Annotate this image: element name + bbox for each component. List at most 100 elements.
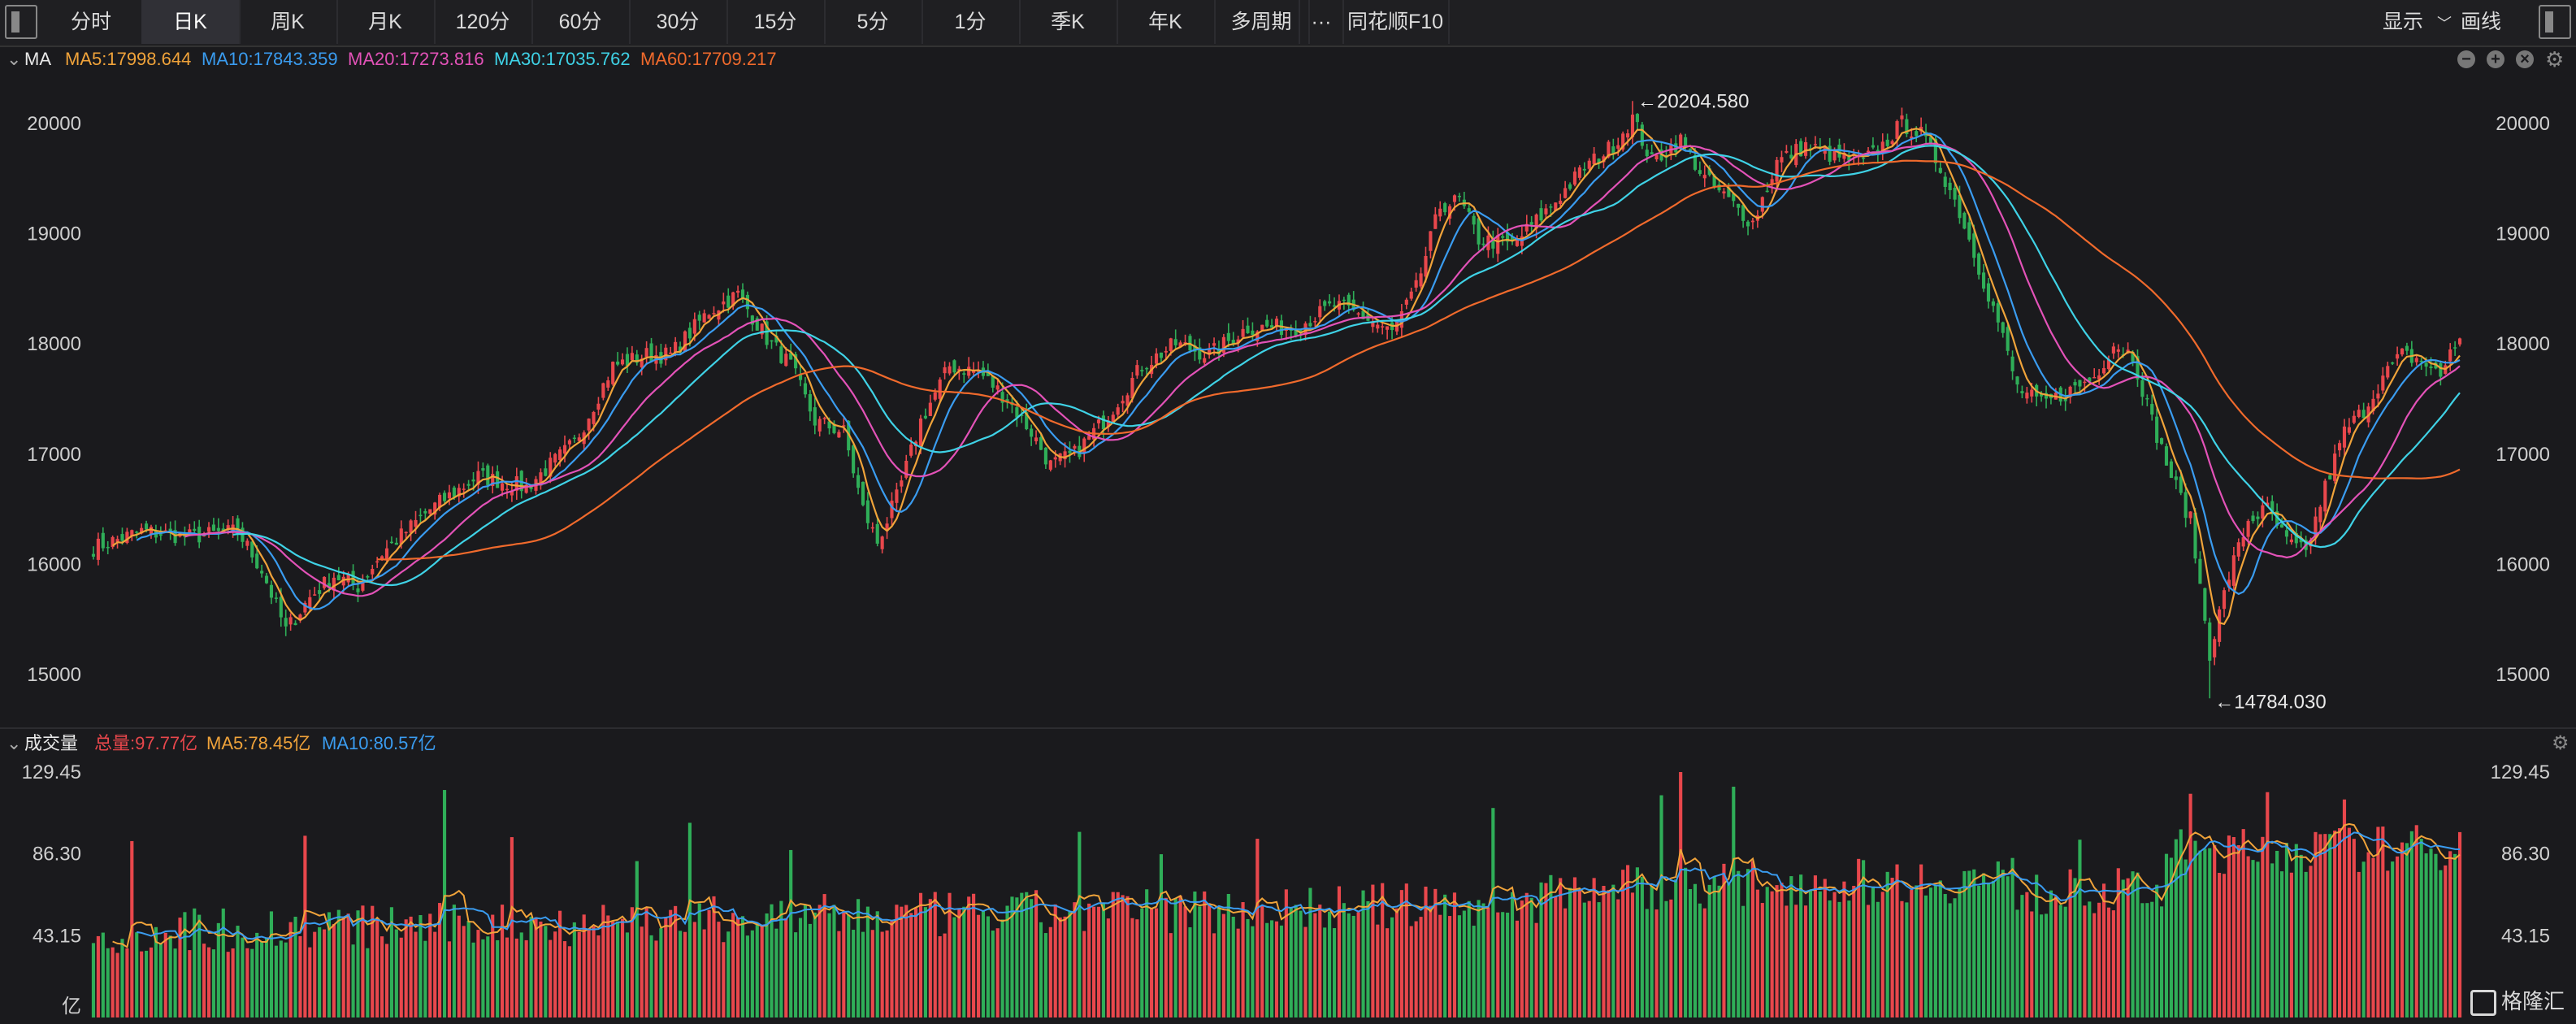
volume-bar <box>1823 879 1827 1017</box>
chevron-down-icon: ﹀ <box>2436 15 2452 32</box>
candle-body <box>1948 182 1952 191</box>
candle-body <box>341 576 345 586</box>
volume-bar <box>900 906 904 1017</box>
zoom-in-icon[interactable]: + <box>2487 50 2504 68</box>
volume-gear-icon[interactable]: ⚙ <box>2552 730 2569 757</box>
volume-bar <box>2203 848 2207 1017</box>
candle-body <box>1808 148 1813 150</box>
tab-5[interactable]: 120分 <box>434 0 533 44</box>
candle-body <box>1303 323 1308 336</box>
candle-body <box>1491 238 1495 249</box>
collapse-volume-icon[interactable]: ⌄ <box>7 730 21 757</box>
tab-7[interactable]: 30分 <box>629 0 728 44</box>
indicator-name[interactable]: MA <box>24 46 51 73</box>
volume-bar <box>1399 890 1403 1017</box>
kline-chart[interactable]: 20000 20000 19000 19000 18000 18000 17000 17000… <box>0 0 2576 1024</box>
volume-bar <box>938 936 942 1017</box>
tab-2[interactable]: 日K <box>141 0 241 44</box>
tab-8[interactable]: 15分 <box>726 0 826 44</box>
candle-body <box>221 528 225 532</box>
volume-bar <box>2222 874 2227 1017</box>
more-periods-button[interactable]: ··· <box>1299 0 1344 44</box>
volume-bar <box>1173 898 1177 1017</box>
zoom-out-icon[interactable]: − <box>2457 50 2475 68</box>
candle-body <box>2256 516 2260 519</box>
volume-bar <box>1015 897 1019 1017</box>
volume-bar <box>524 939 528 1017</box>
volume-title[interactable]: 成交量 <box>24 730 78 757</box>
tab-13[interactable]: 多周期 <box>1214 0 1310 44</box>
volume-bar <box>2429 848 2433 1017</box>
volume-bar <box>130 840 134 1017</box>
candle-body <box>188 529 192 534</box>
collapse-main-icon[interactable]: ⌄ <box>7 46 21 73</box>
volume-bar <box>577 931 581 1017</box>
volume-bar <box>264 938 269 1017</box>
volume-bar <box>1587 900 1591 1017</box>
volume-bar <box>293 917 297 1017</box>
candle-body <box>332 577 336 591</box>
candle-body <box>173 530 177 544</box>
sidebar-toggle-icon[interactable] <box>5 5 37 39</box>
volume-bar <box>2169 857 2173 1017</box>
candle-body <box>236 518 240 534</box>
candle-body <box>736 290 740 293</box>
panel-toggle-icon[interactable] <box>2539 5 2571 39</box>
volume-bar <box>1198 906 1202 1017</box>
candle-body <box>264 575 269 584</box>
candle-body <box>279 597 283 618</box>
volume-bar <box>1404 883 1408 1017</box>
draw-line-button[interactable]: 画线 <box>2461 0 2501 44</box>
gear-icon[interactable]: ⚙ <box>2545 46 2564 73</box>
volume-bar <box>572 922 576 1017</box>
candle-body <box>1684 137 1688 146</box>
candle-body <box>779 346 783 363</box>
close-indicator-icon[interactable]: × <box>2516 50 2534 68</box>
candle-body <box>731 292 735 306</box>
volume-bar <box>2092 913 2097 1017</box>
ma60-line <box>377 159 2461 561</box>
candle-body <box>928 402 932 416</box>
tab-11[interactable]: 季K <box>1019 0 1118 44</box>
candle-body <box>2275 511 2279 526</box>
volume-bar <box>1332 928 1337 1017</box>
candle-body <box>2434 362 2438 369</box>
candle-body <box>1265 319 1269 327</box>
candle-body <box>1193 345 1197 352</box>
volume-bar <box>1150 908 1154 1017</box>
tab-9[interactable]: 5分 <box>824 0 923 44</box>
candle-body <box>2279 524 2284 528</box>
candle-body <box>457 488 461 497</box>
volume-bar <box>784 918 788 1017</box>
tab-1[interactable]: 分时 <box>41 0 143 44</box>
volume-bar <box>697 903 701 1017</box>
tab-6[interactable]: 60分 <box>531 0 631 44</box>
candle-body <box>2044 393 2049 399</box>
volume-bar <box>890 919 894 1017</box>
volume-bar <box>620 918 625 1017</box>
volume-bar <box>2314 831 2318 1017</box>
candle-body <box>1255 331 1260 341</box>
candle-body <box>260 571 264 574</box>
f10-button[interactable]: 同花顺F10 <box>1342 0 1450 44</box>
volume-bar <box>1034 890 1039 1017</box>
volume-bar <box>909 913 913 1017</box>
volume-bar <box>1554 896 1558 1017</box>
volume-bar <box>1737 870 1741 1017</box>
tab-3[interactable]: 周K <box>239 0 338 44</box>
tab-12[interactable]: 年K <box>1117 0 1216 44</box>
candle-body <box>1977 254 1981 275</box>
tab-4[interactable]: 月K <box>336 0 436 44</box>
volume-bar <box>1289 908 1293 1017</box>
display-menu[interactable]: 显示 ﹀ <box>2383 0 2452 44</box>
candle-body <box>1438 208 1442 217</box>
candle-body <box>2193 512 2197 559</box>
volume-bar <box>1568 887 1572 1017</box>
volume-bar <box>1962 870 1967 1017</box>
tab-10[interactable]: 1分 <box>922 0 1021 44</box>
volume-bar <box>466 921 471 1017</box>
candle-body <box>211 524 216 532</box>
volume-bar <box>322 929 327 1017</box>
volume-bar <box>649 935 653 1017</box>
volume-bar <box>1048 926 1052 1017</box>
